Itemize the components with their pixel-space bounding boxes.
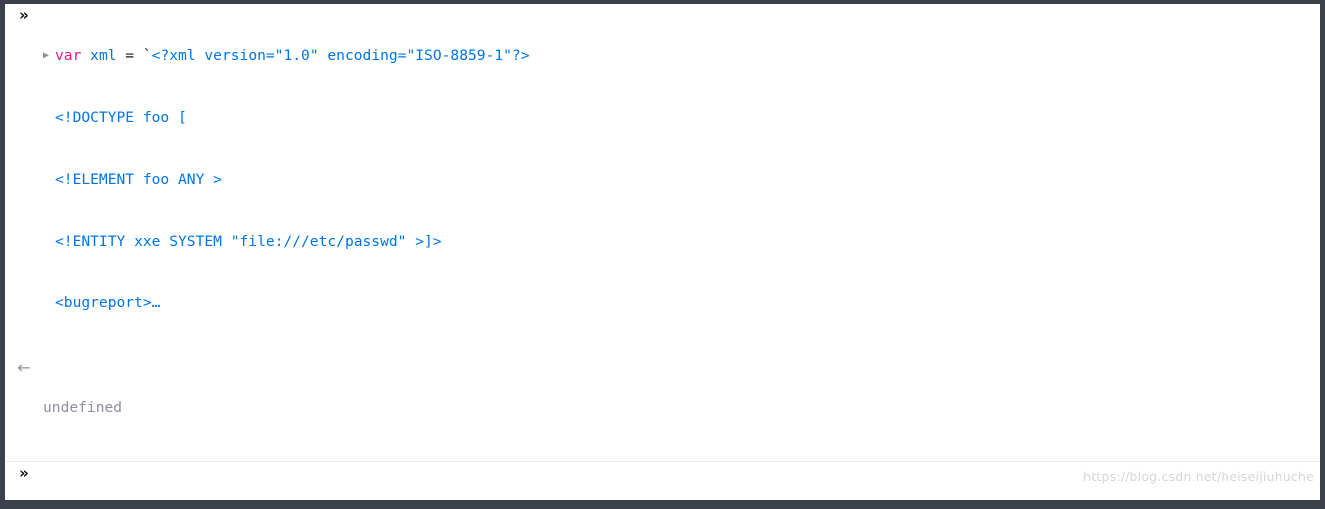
- console-output-panel[interactable]: » ▶ var xml = `<?xml version="1.0" encodi…: [5, 4, 1320, 500]
- token-template-line-3: <!ELEMENT foo ANY >: [55, 170, 222, 188]
- web-console-window: » ▶ var xml = `<?xml version="1.0" encodi…: [0, 0, 1325, 509]
- row-gutter: »: [5, 5, 43, 27]
- console-input-xml[interactable]: xml: [43, 463, 1320, 500]
- row-gutter: »: [5, 463, 43, 485]
- token-keyword-var: var: [55, 47, 82, 65]
- input-chevron-icon: »: [19, 6, 29, 24]
- token-template-line-1: <?xml version="1.0" encoding="ISO-8859-1…: [151, 47, 530, 65]
- token-equals: =: [116, 47, 143, 65]
- code-line-bugreport: <bugreport>…: [43, 293, 1320, 314]
- console-row-input-xml[interactable]: » xml: [5, 461, 1320, 500]
- token-template-line-2: <!DOCTYPE foo [: [55, 108, 187, 126]
- token-backtick: `: [142, 47, 152, 65]
- token-template-line-5: <bugreport>…: [55, 294, 161, 312]
- token-template-line-4: <!ENTITY xxe SYSTEM "file:///etc/passwd"…: [55, 232, 442, 250]
- console-row-input-var-xml[interactable]: » ▶ var xml = `<?xml version="1.0" encodi…: [5, 4, 1320, 356]
- console-output-undefined: undefined: [43, 357, 1320, 460]
- code-line-element: <!ELEMENT foo ANY >: [43, 170, 1320, 191]
- chevron-right-icon[interactable]: ▶: [43, 46, 55, 67]
- row-gutter: ←: [5, 357, 43, 380]
- console-input-var-xml[interactable]: ▶ var xml = `<?xml version="1.0" encoding…: [43, 5, 1320, 355]
- console-row-output-undefined[interactable]: ← undefined: [5, 356, 1320, 461]
- code-line-doctype: <!DOCTYPE foo [: [43, 108, 1320, 129]
- value-undefined: undefined: [43, 399, 123, 417]
- output-arrow-icon: ←: [17, 358, 31, 378]
- code-line-first: ▶ var xml = `<?xml version="1.0" encoding…: [43, 46, 1320, 67]
- input-chevron-icon: »: [19, 464, 29, 483]
- token-identifier-xml: xml: [90, 47, 117, 65]
- code-line-entity: <!ENTITY xxe SYSTEM "file:///etc/passwd"…: [43, 232, 1320, 253]
